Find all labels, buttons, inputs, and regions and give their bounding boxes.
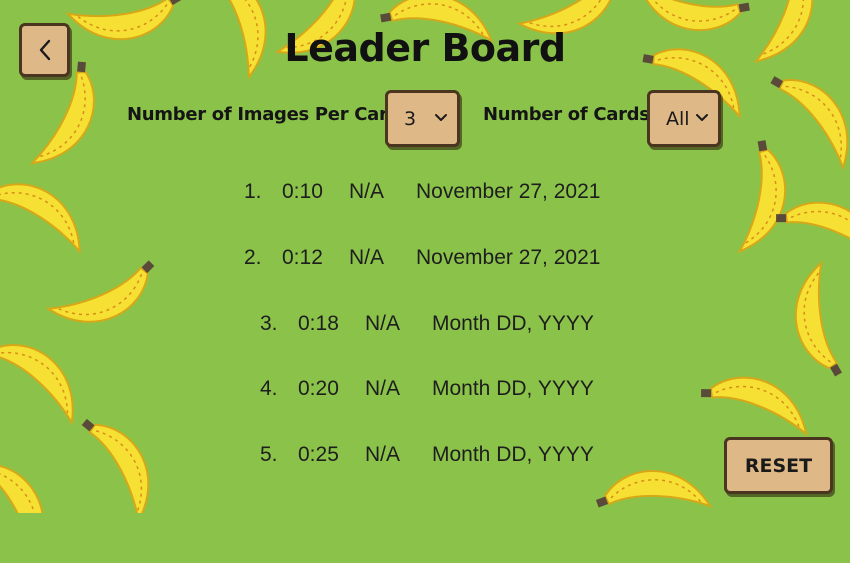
status: N/A — [365, 377, 401, 400]
rank: 5. — [260, 443, 278, 466]
images-per-card-label: Number of Images Per Card: — [127, 104, 408, 125]
status: N/A — [349, 246, 385, 269]
chevron-down-icon — [435, 114, 447, 121]
status: N/A — [365, 443, 401, 466]
rank: 3. — [260, 312, 278, 335]
time: 0:10 — [282, 180, 323, 203]
status: N/A — [365, 312, 401, 335]
time: 0:25 — [298, 443, 339, 466]
cards-select[interactable]: All — [647, 90, 721, 147]
images-per-card-select[interactable]: 3 — [385, 90, 460, 147]
cards-value: All — [666, 107, 690, 130]
date: Month DD, YYYY — [432, 443, 594, 466]
date: November 27, 2021 — [416, 246, 601, 269]
time: 0:12 — [282, 246, 323, 269]
time: 0:20 — [298, 377, 339, 400]
date: November 27, 2021 — [416, 180, 601, 203]
cards-label: Number of Cards: — [483, 104, 657, 125]
date: Month DD, YYYY — [432, 312, 594, 335]
chevron-down-icon — [696, 114, 708, 121]
rank: 2. — [244, 246, 262, 269]
time: 0:18 — [298, 312, 339, 335]
page-title: Leader Board — [284, 26, 566, 70]
rank: 4. — [260, 377, 278, 400]
status: N/A — [349, 180, 385, 203]
images-per-card-value: 3 — [404, 107, 417, 130]
reset-button[interactable]: RESET — [724, 437, 833, 494]
date: Month DD, YYYY — [432, 377, 594, 400]
rank: 1. — [244, 180, 262, 203]
leaderboard-row: 5. 0:25 N/A Month DD, YYYY — [0, 443, 594, 563]
